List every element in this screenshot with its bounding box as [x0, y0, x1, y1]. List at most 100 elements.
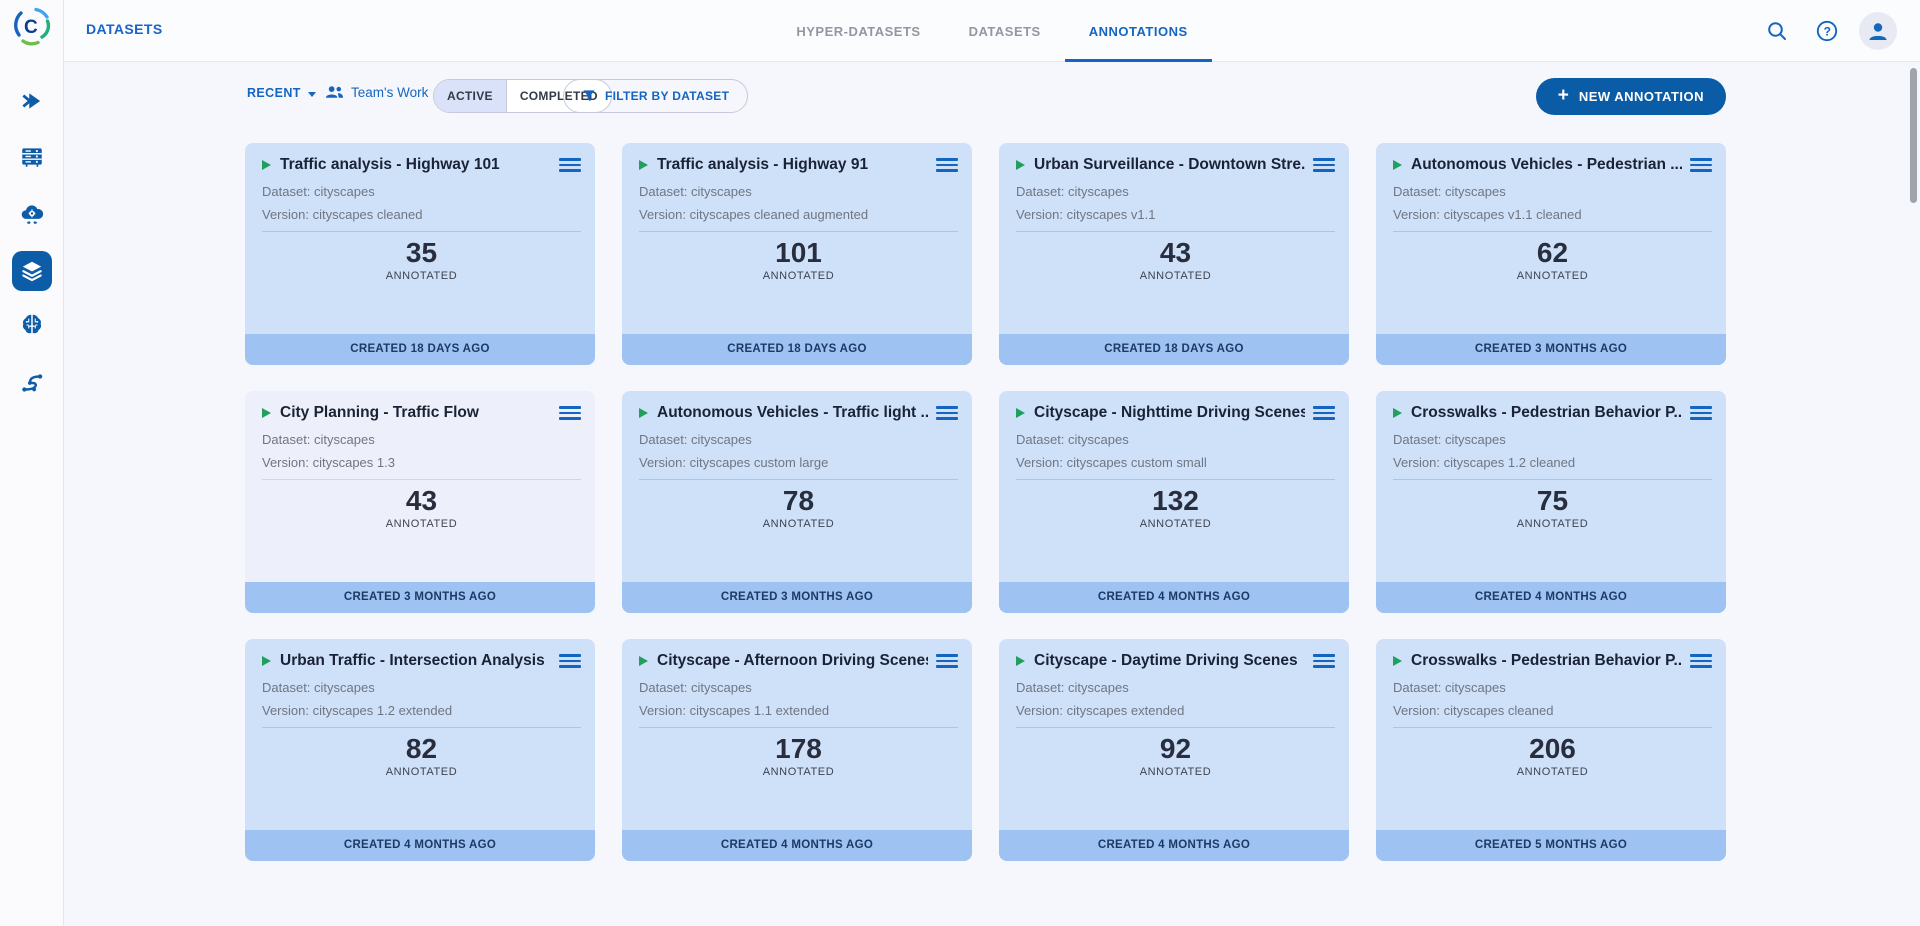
sidebar-item-models[interactable]: [12, 304, 52, 344]
card-menu-icon[interactable]: [1313, 652, 1335, 671]
play-icon[interactable]: [639, 160, 648, 170]
card-version: Version: cityscapes v1.1: [1016, 207, 1335, 223]
play-icon[interactable]: [1016, 408, 1025, 418]
card-title: Autonomous Vehicles - Traffic light ...: [657, 404, 928, 422]
card-divider: [1393, 727, 1712, 728]
play-icon[interactable]: [262, 408, 271, 418]
card-annotated-label: ANNOTATED: [639, 270, 958, 283]
play-icon[interactable]: [639, 408, 648, 418]
sidebar-item-cloud-compute[interactable]: [12, 194, 52, 234]
card-title: Crosswalks - Pedestrian Behavior P...: [1411, 404, 1682, 422]
annotation-card[interactable]: City Planning - Traffic Flow Dataset: ci…: [245, 391, 595, 613]
card-created-footer: CREATED 18 DAYS AGO: [622, 334, 972, 365]
card-dataset: Dataset: cityscapes: [262, 432, 581, 448]
tab-bar: HYPER-DATASETS DATASETS ANNOTATIONS: [64, 0, 1920, 62]
sidebar-item-annotations[interactable]: [12, 251, 52, 291]
server-rows-icon: [19, 144, 45, 170]
card-version: Version: cityscapes 1.1 extended: [639, 703, 958, 719]
user-avatar[interactable]: [1859, 12, 1897, 50]
card-version: Version: cityscapes cleaned augmented: [639, 207, 958, 223]
annotation-card[interactable]: Cityscape - Daytime Driving Scenes Datas…: [999, 639, 1349, 861]
toggle-active[interactable]: ACTIVE: [434, 80, 506, 112]
card-menu-icon[interactable]: [1690, 652, 1712, 671]
scope-dropdown[interactable]: Team's Work: [325, 84, 443, 100]
card-menu-icon[interactable]: [936, 652, 958, 671]
play-icon[interactable]: [1016, 160, 1025, 170]
card-version: Version: cityscapes 1.3: [262, 455, 581, 471]
new-annotation-button[interactable]: + NEW ANNOTATION: [1536, 78, 1726, 115]
app-logo[interactable]: C: [11, 5, 53, 47]
scope-dropdown-label: Team's Work: [351, 85, 428, 100]
new-annotation-label: NEW ANNOTATION: [1579, 89, 1704, 104]
sidebar-item-dataset-browser[interactable]: [12, 137, 52, 177]
annotation-card[interactable]: Crosswalks - Pedestrian Behavior P... Da…: [1376, 391, 1726, 613]
card-menu-icon[interactable]: [1690, 156, 1712, 175]
tab-hyper-datasets[interactable]: HYPER-DATASETS: [772, 0, 944, 62]
card-title: City Planning - Traffic Flow: [280, 404, 551, 422]
card-menu-icon[interactable]: [1690, 404, 1712, 423]
tab-annotations[interactable]: ANNOTATIONS: [1065, 0, 1212, 62]
card-version: Version: cityscapes extended: [1016, 703, 1335, 719]
tab-datasets[interactable]: DATASETS: [945, 0, 1065, 62]
play-icon[interactable]: [262, 160, 271, 170]
card-annotated-label: ANNOTATED: [1016, 766, 1335, 779]
card-dataset: Dataset: cityscapes: [262, 184, 581, 200]
card-menu-icon[interactable]: [1313, 156, 1335, 175]
card-dataset: Dataset: cityscapes: [1016, 432, 1335, 448]
chevron-down-icon: [308, 92, 316, 97]
card-title: Cityscape - Afternoon Driving Scenes: [657, 652, 928, 670]
card-version: Version: cityscapes custom large: [639, 455, 958, 471]
play-icon[interactable]: [1393, 160, 1402, 170]
card-menu-icon[interactable]: [559, 404, 581, 423]
annotation-card[interactable]: Crosswalks - Pedestrian Behavior P... Da…: [1376, 639, 1726, 861]
help-button[interactable]: ?: [1809, 13, 1845, 49]
annotation-card[interactable]: Urban Surveillance - Downtown Stre... Da…: [999, 143, 1349, 365]
sidebar-item-start[interactable]: [12, 81, 52, 121]
card-annotated-count: 92: [1016, 734, 1335, 764]
card-annotated-label: ANNOTATED: [639, 766, 958, 779]
play-icon[interactable]: [1393, 408, 1402, 418]
card-menu-icon[interactable]: [559, 652, 581, 671]
card-title: Urban Surveillance - Downtown Stre...: [1034, 156, 1305, 174]
card-annotated-count: 82: [262, 734, 581, 764]
play-icon[interactable]: [1393, 656, 1402, 666]
card-title-row: Urban Traffic - Intersection Analysis: [262, 649, 581, 673]
card-menu-icon[interactable]: [936, 156, 958, 175]
search-button[interactable]: [1759, 13, 1795, 49]
card-title: Crosswalks - Pedestrian Behavior P...: [1411, 652, 1682, 670]
toolbar: RECENT Team's Work ACTIVE COMPLETED FILT…: [0, 78, 1920, 115]
card-dataset: Dataset: cityscapes: [1016, 680, 1335, 696]
funnel-icon: [582, 89, 596, 103]
annotation-card[interactable]: Cityscape - Afternoon Driving Scenes Dat…: [622, 639, 972, 861]
annotation-card[interactable]: Traffic analysis - Highway 91 Dataset: c…: [622, 143, 972, 365]
card-annotated-label: ANNOTATED: [1016, 270, 1335, 283]
annotation-card[interactable]: Urban Traffic - Intersection Analysis Da…: [245, 639, 595, 861]
card-title: Urban Traffic - Intersection Analysis: [280, 652, 551, 670]
card-divider: [639, 231, 958, 232]
card-created-footer: CREATED 3 MONTHS AGO: [1376, 334, 1726, 365]
card-divider: [262, 479, 581, 480]
card-divider: [639, 727, 958, 728]
play-icon[interactable]: [1016, 656, 1025, 666]
card-annotated-count: 101: [639, 238, 958, 268]
card-title: Autonomous Vehicles - Pedestrian ...: [1411, 156, 1682, 174]
play-icon[interactable]: [262, 656, 271, 666]
card-menu-icon[interactable]: [1313, 404, 1335, 423]
annotation-card[interactable]: Cityscape - Nighttime Driving Scenes Dat…: [999, 391, 1349, 613]
scrollbar-thumb[interactable]: [1910, 68, 1917, 203]
sort-dropdown[interactable]: RECENT: [247, 86, 316, 100]
top-header: DATASETS HYPER-DATASETS DATASETS ANNOTAT…: [64, 0, 1920, 62]
card-created-footer: CREATED 4 MONTHS AGO: [999, 830, 1349, 861]
sidebar-item-pipelines[interactable]: [12, 363, 52, 403]
annotation-card[interactable]: Autonomous Vehicles - Traffic light ... …: [622, 391, 972, 613]
card-annotated-count: 206: [1393, 734, 1712, 764]
card-menu-icon[interactable]: [936, 404, 958, 423]
card-dataset: Dataset: cityscapes: [639, 680, 958, 696]
annotation-card[interactable]: Traffic analysis - Highway 101 Dataset: …: [245, 143, 595, 365]
play-icon[interactable]: [639, 656, 648, 666]
annotation-card[interactable]: Autonomous Vehicles - Pedestrian ... Dat…: [1376, 143, 1726, 365]
fast-forward-icon: [19, 88, 45, 114]
card-annotated-count: 35: [262, 238, 581, 268]
card-menu-icon[interactable]: [559, 156, 581, 175]
filter-by-dataset-button[interactable]: FILTER BY DATASET: [563, 79, 748, 113]
